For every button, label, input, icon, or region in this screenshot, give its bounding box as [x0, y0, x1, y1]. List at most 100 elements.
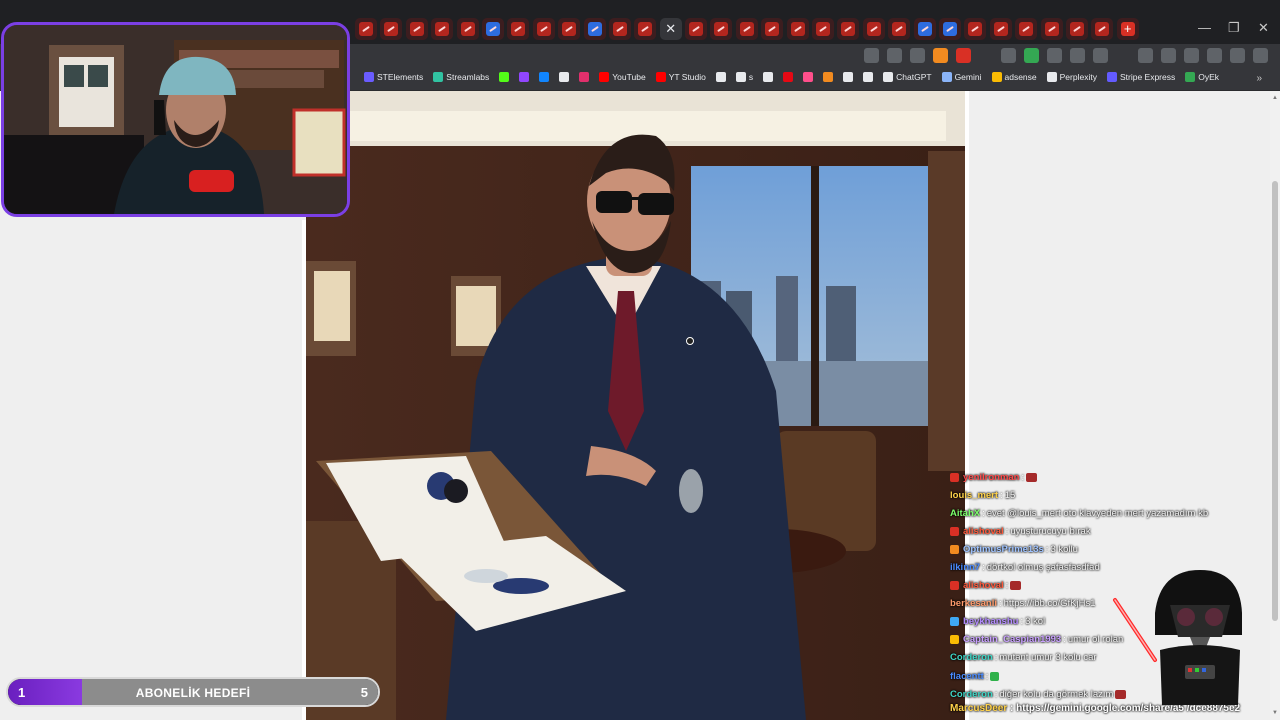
bookmark-item[interactable]: [863, 72, 874, 82]
browser-tab[interactable]: [812, 18, 835, 40]
browser-tab[interactable]: [1015, 18, 1038, 40]
browser-tab[interactable]: [558, 18, 581, 40]
bookmark-favicon-icon: [863, 72, 874, 82]
media-icon[interactable]: [1138, 48, 1153, 63]
extension-icon[interactable]: [1047, 48, 1062, 63]
minimize-button[interactable]: —: [1198, 20, 1211, 35]
bookmark-item[interactable]: adsense: [991, 72, 1037, 82]
left-panel-divider: [302, 220, 306, 720]
new-tab-button[interactable]: +: [1116, 18, 1139, 40]
bookmark-item[interactable]: Gemini: [941, 72, 982, 82]
bookmark-item[interactable]: [519, 72, 530, 82]
screenshot-icon[interactable]: [1093, 48, 1108, 63]
extension-icon[interactable]: [1001, 48, 1016, 63]
browser-tab[interactable]: [1065, 18, 1088, 40]
tab-favicon-icon: [511, 22, 526, 36]
bookmark-item[interactable]: [763, 72, 774, 82]
zoom-icon[interactable]: [887, 48, 902, 63]
browser-tab[interactable]: [710, 18, 733, 40]
scroll-up-arrow-icon[interactable]: ▲: [1272, 95, 1278, 101]
browser-tab[interactable]: [481, 18, 504, 40]
extensions-puzzle-icon[interactable]: [1070, 48, 1085, 63]
vpn-icon[interactable]: [1230, 48, 1245, 63]
brave-shield-icon[interactable]: [933, 48, 948, 63]
browser-tab[interactable]: [608, 18, 631, 40]
browser-tab[interactable]: [989, 18, 1012, 40]
bookmark-item[interactable]: Stripe Express: [1106, 72, 1175, 82]
chat-separator: :: [1020, 616, 1024, 628]
bookmark-item[interactable]: YT Studio: [655, 72, 706, 82]
browser-tab[interactable]: [735, 18, 758, 40]
browser-tab[interactable]: [456, 18, 479, 40]
bookmark-item[interactable]: [499, 72, 510, 82]
chat-username: Corderon: [950, 652, 993, 664]
extension-green-icon[interactable]: [1024, 48, 1039, 63]
ai-icon[interactable]: [1207, 48, 1222, 63]
chat-badge-icon: [950, 581, 959, 591]
bookmark-label: OyEk: [1198, 72, 1220, 82]
menu-icon[interactable]: [1253, 48, 1268, 63]
browser-tab[interactable]: [938, 18, 961, 40]
browser-tab[interactable]: [532, 18, 555, 40]
browser-tab[interactable]: [431, 18, 454, 40]
browser-tab[interactable]: [380, 18, 403, 40]
close-window-button[interactable]: ✕: [1258, 20, 1269, 36]
browser-tab[interactable]: [786, 18, 809, 40]
bookmark-item[interactable]: [579, 72, 590, 82]
bookmark-item[interactable]: [843, 72, 854, 82]
install-icon[interactable]: [864, 48, 879, 63]
tab-close-icon: ✕: [665, 21, 677, 36]
tab-favicon-icon: [739, 22, 754, 36]
browser-tab[interactable]: [355, 18, 377, 40]
bookmark-favicon-icon: [364, 72, 374, 82]
bookmark-item[interactable]: [715, 72, 726, 82]
browser-tab[interactable]: [405, 18, 428, 40]
browser-tab[interactable]: [837, 18, 860, 40]
browser-tab[interactable]: [685, 18, 708, 40]
browser-tab[interactable]: ✕: [659, 18, 682, 40]
browser-tab[interactable]: [1091, 18, 1114, 40]
wallet-icon[interactable]: [1184, 48, 1199, 63]
bookmark-item[interactable]: Streamlabs: [433, 72, 489, 82]
maximize-button[interactable]: ❐: [1228, 20, 1240, 36]
bookmark-item[interactable]: [823, 72, 834, 82]
main-image: [306, 91, 965, 720]
more-bookmarks-icon[interactable]: »: [1256, 73, 1262, 84]
chat-separator: :: [1063, 634, 1066, 646]
chat-message: louis_mert : 15: [950, 486, 1250, 504]
scroll-thumb[interactable]: [1272, 181, 1278, 621]
bookmark-item[interactable]: [539, 72, 550, 82]
chat-separator: :: [1021, 471, 1025, 483]
chat-username: Corderon: [950, 688, 993, 700]
bookmark-favicon-icon: [823, 72, 834, 82]
page-scrollbar[interactable]: ▲ ▼: [1270, 91, 1280, 720]
bookmark-item[interactable]: STElements: [364, 72, 423, 82]
browser-tab[interactable]: [761, 18, 784, 40]
scroll-down-arrow-icon[interactable]: ▼: [1272, 710, 1278, 716]
bookmark-item[interactable]: OyEk: [1185, 72, 1219, 82]
bookmark-label: YouTube: [612, 72, 646, 82]
browser-tab[interactable]: [1040, 18, 1063, 40]
chat-text: evet @louis_mert oto klavyeden mert yaza…: [986, 507, 1209, 519]
bookmark-item[interactable]: Perplexity: [1046, 72, 1097, 82]
browser-tab[interactable]: [964, 18, 987, 40]
sidebar-icon[interactable]: [1161, 48, 1176, 63]
bookmark-item[interactable]: [559, 72, 570, 82]
bookmark-item[interactable]: YouTube: [599, 72, 646, 82]
browser-tab[interactable]: [634, 18, 657, 40]
chat-username: alishoval: [963, 525, 1004, 537]
chat-separator: :: [985, 670, 989, 682]
browser-tab[interactable]: [507, 18, 530, 40]
brave-rewards-icon[interactable]: [956, 48, 971, 63]
bookmark-item[interactable]: [803, 72, 814, 82]
browser-tab[interactable]: [913, 18, 936, 40]
browser-tab[interactable]: [862, 18, 885, 40]
browser-tab[interactable]: [583, 18, 606, 40]
bookmark-item[interactable]: s: [735, 72, 753, 82]
bookmark-item[interactable]: ChatGPT: [883, 72, 932, 82]
toolbar-icons: [864, 48, 1268, 63]
browser-tab[interactable]: [888, 18, 911, 40]
share-icon[interactable]: [910, 48, 925, 63]
bookmark-item[interactable]: [783, 72, 794, 82]
tab-favicon-icon: [892, 22, 907, 36]
